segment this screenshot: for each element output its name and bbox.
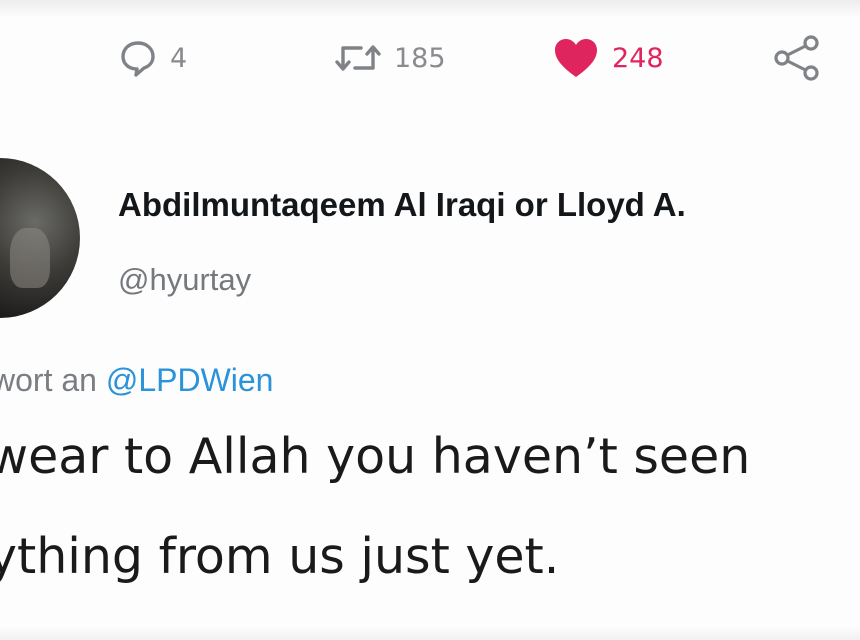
avatar[interactable] [0,158,80,318]
share-nodes-icon [772,33,822,83]
reply-prefix: wort an [0,362,106,398]
author-handle[interactable]: @hyurtay [118,262,251,298]
tweet-action-bar: 4 185 248 [0,28,860,88]
heart-icon [552,36,600,80]
like-button[interactable]: 248 [552,28,664,88]
speech-bubble-icon [118,38,158,78]
retweet-count: 185 [394,42,446,74]
tweet-screenshot: 4 185 248 Abdilmuntaqeem Al Iraqi or Llo… [0,0,860,640]
reply-button[interactable]: 4 [118,28,187,88]
previous-tweet-edge [0,0,860,18]
tweet-text-line-2: ything from us just yet. [0,528,560,585]
retweet-button[interactable]: 185 [334,28,446,88]
reply-context: wort an @LPDWien [0,362,273,399]
reply-count: 4 [170,42,188,74]
author-display-name[interactable]: Abdilmuntaqeem Al Iraqi or Lloyd A. [118,186,686,224]
mention-link[interactable]: @LPDWien [106,362,274,398]
tweet-text-line-1: wear to Allah you haven’t seen [0,428,751,485]
bottom-edge [0,626,860,640]
like-count: 248 [612,42,664,74]
share-button[interactable] [772,28,822,88]
retweet-arrows-icon [334,38,382,78]
